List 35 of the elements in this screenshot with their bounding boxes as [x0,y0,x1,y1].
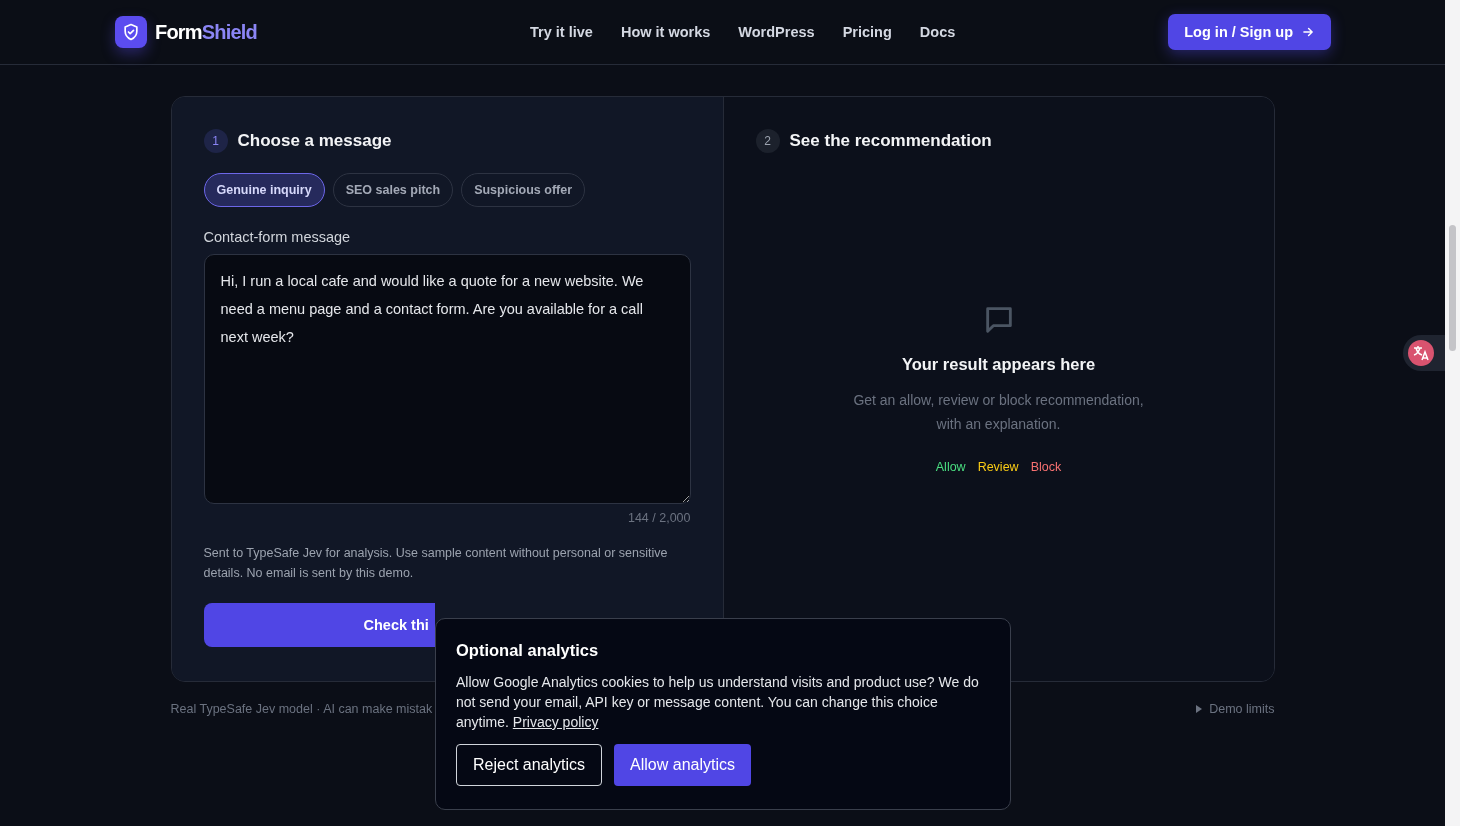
nav-link[interactable]: Pricing [842,24,892,40]
translate-icon [1407,339,1435,367]
scrollbar-thumb[interactable] [1449,225,1456,351]
nav-link[interactable]: Docs [919,24,956,40]
sample-chip[interactable]: Genuine inquiry [203,173,325,207]
message-field[interactable]: Hi, I run a local cafe and would like a quote for a new website. We need a menu page and a contact form. Are you available for a call next week? [203,254,691,504]
legend-label: Block [1030,460,1062,474]
field-label: Contact-form message [203,229,352,245]
accept-button[interactable]: Allow analytics [614,744,751,786]
login-button[interactable]: Log in / Sign up [1168,14,1331,50]
reject-button[interactable]: Reject analytics [456,744,603,786]
nav-link[interactable]: How it works [620,24,711,40]
step-number: 1 [203,129,228,153]
nav-link[interactable]: WordPress [738,24,815,40]
check-button[interactable]: Check thi [203,603,435,647]
banner-text: Allow Google Analytics cookies to help us understand visits and product use? We do not send your email, API key or message content. You can change this choice anytime. Privacy policy [456,673,980,732]
step-number: 2 [755,129,780,153]
arrow-right-icon [1301,25,1315,39]
triangle-right-icon [1195,705,1204,713]
step-title: See the recommendation [789,131,992,151]
empty-title: Your result appears here [901,355,1096,374]
translate-widget[interactable] [1403,335,1445,371]
demo-limits-toggle[interactable]: Demo limits [1195,702,1275,716]
privacy-note: Sent to TypeSafe Jev for analysis. Use sample content without personal or sensitive details. No email is sent by this demo. [203,545,669,582]
nav-link[interactable]: Try it live [530,24,593,40]
step-title: Choose a message [237,131,392,151]
footer-note: Real TypeSafe Jev model · AI can make mistak [170,702,433,716]
brand-name[interactable]: FormShield [155,20,258,44]
logo-icon[interactable] [115,16,147,48]
empty-description: Get an allow, review or block recommendation, with an explanation. [852,391,1145,434]
banner-title: Optional analytics [456,641,600,660]
legend-label: Review [977,460,1019,474]
character-counter: 144 / 2,000 [627,511,691,525]
legend-label: Allow [935,460,966,474]
privacy-link[interactable]: Privacy policy [512,714,599,730]
